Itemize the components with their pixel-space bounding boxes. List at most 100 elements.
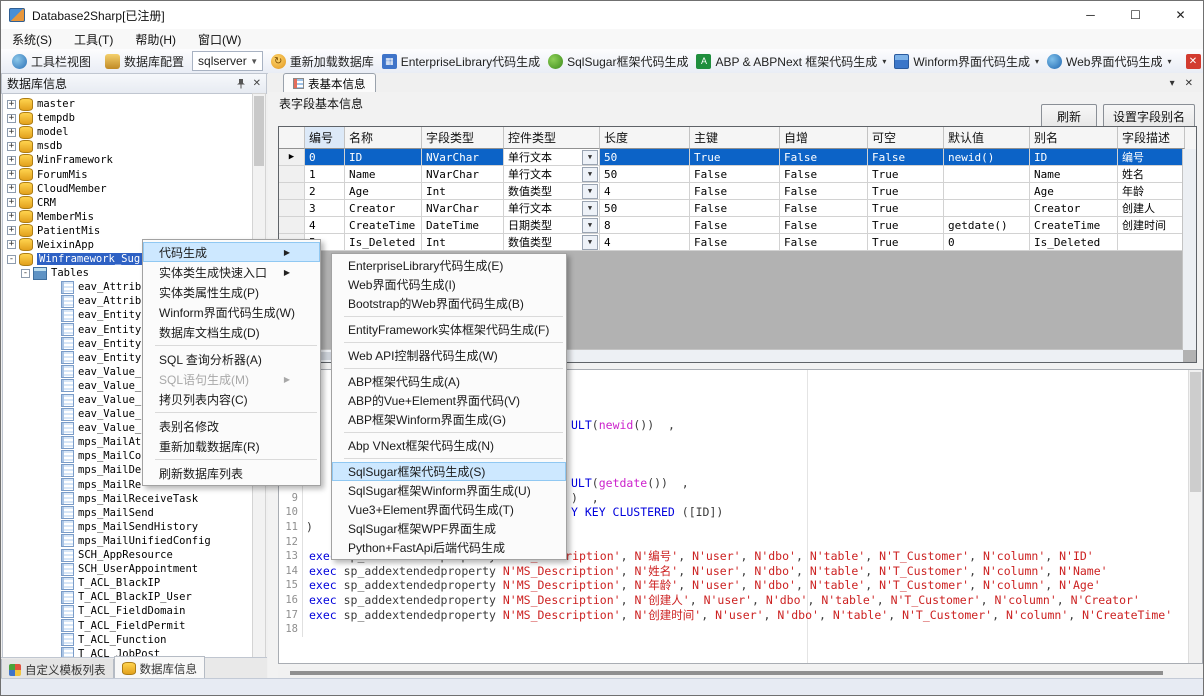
expand-icon[interactable]: +: [7, 226, 16, 235]
grid-cell[interactable]: Int: [422, 234, 504, 251]
grid-cell[interactable]: ID: [1030, 149, 1118, 166]
refresh-button[interactable]: 刷新: [1041, 104, 1097, 128]
menu-item[interactable]: 代码生成▶: [143, 242, 320, 262]
menu-item[interactable]: Python+FastApi后端代码生成: [332, 538, 566, 557]
grid-cell[interactable]: 年龄: [1118, 183, 1185, 200]
tree-item[interactable]: mps_MailUnifiedConfig: [3, 534, 253, 548]
expand-icon[interactable]: +: [7, 100, 16, 109]
grid-column-header[interactable]: 名称: [345, 127, 422, 149]
expand-icon[interactable]: +: [7, 240, 16, 249]
toolbar-button[interactable]: ▦EnterpriseLibrary代码生成: [378, 51, 544, 72]
grid-cell[interactable]: Name: [1030, 166, 1118, 183]
grid-row[interactable]: 4CreateTimeDateTime日期类型▼8FalseFalseTrueg…: [279, 217, 1196, 234]
tree-item[interactable]: T_ACL_FieldDomain: [3, 604, 253, 618]
editor-vscrollbar[interactable]: [1188, 370, 1202, 663]
expand-icon[interactable]: +: [7, 212, 16, 221]
grid-column-header[interactable]: 编号: [305, 127, 345, 149]
row-header-cell[interactable]: [279, 217, 305, 234]
tab-table-basic-info[interactable]: 表基本信息: [283, 73, 376, 93]
grid-cell[interactable]: 单行文本▼: [504, 149, 600, 166]
grid-cell[interactable]: 数值类型▼: [504, 234, 600, 251]
toolbar-button[interactable]: 数据库配置: [101, 51, 188, 72]
tree-item[interactable]: T_ACL_Function: [3, 633, 253, 647]
grid-cell[interactable]: 4: [305, 217, 345, 234]
grid-cell[interactable]: True: [868, 166, 944, 183]
control-type-combo[interactable]: 单行文本▼: [508, 200, 599, 216]
grid-cell[interactable]: False: [690, 200, 780, 217]
expand-icon[interactable]: +: [7, 156, 16, 165]
menu-item[interactable]: 数据库文档生成(D): [143, 322, 320, 342]
tree-item[interactable]: +model: [3, 125, 253, 139]
combo-dropdown-icon[interactable]: ▼: [582, 184, 598, 199]
tree-item[interactable]: +msdb: [3, 139, 253, 153]
grid-cell[interactable]: 编号: [1118, 149, 1185, 166]
toolbar-button[interactable]: 工具栏视图: [8, 51, 95, 72]
grid-cell[interactable]: Creator: [1030, 200, 1118, 217]
menu-item[interactable]: 刷新数据库列表: [143, 463, 320, 483]
control-type-combo[interactable]: 数值类型▼: [508, 183, 599, 199]
grid-row[interactable]: ▶0IDNVarChar单行文本▼50TrueFalseFalsenewid()…: [279, 149, 1196, 166]
tree-item[interactable]: +PatientMis: [3, 224, 253, 238]
tree-item[interactable]: +ForumMis: [3, 167, 253, 181]
grid-cell[interactable]: NVarChar: [422, 149, 504, 166]
grid-cell[interactable]: Is_Deleted: [1030, 234, 1118, 251]
tree-item[interactable]: mps_MailSend: [3, 506, 253, 520]
expand-icon[interactable]: +: [7, 128, 16, 137]
combobox-dropdown-icon[interactable]: ▼: [247, 57, 262, 66]
grid-cell[interactable]: False: [780, 200, 868, 217]
grid-cell[interactable]: 创建人: [1118, 200, 1185, 217]
pin-icon[interactable]: [236, 78, 246, 89]
toolbar-button[interactable]: Web界面代码生成▾: [1043, 51, 1175, 72]
menu-item[interactable]: ABP框架代码生成(A): [332, 372, 566, 391]
combo-dropdown-icon[interactable]: ▼: [582, 235, 598, 250]
tree-item[interactable]: +tempdb: [3, 111, 253, 125]
grid-cell[interactable]: True: [868, 217, 944, 234]
maximize-button[interactable]: ☐: [1113, 1, 1158, 29]
grid-cell[interactable]: 姓名: [1118, 166, 1185, 183]
grid-cell[interactable]: CreateTime: [1030, 217, 1118, 234]
menu-item[interactable]: SqlSugar框架代码生成(S): [332, 462, 566, 481]
toolbar-button[interactable]: ↻重新加载数据库: [267, 51, 378, 72]
grid-column-header[interactable]: 别名: [1030, 127, 1118, 149]
toolbar-button[interactable]: Winform界面代码生成▾: [890, 51, 1043, 72]
collapse-icon[interactable]: -: [21, 269, 30, 278]
menu-item[interactable]: SqlSugar框架Winform界面生成(U): [332, 481, 566, 500]
grid-cell[interactable]: [944, 200, 1030, 217]
menu-item[interactable]: Vue3+Element界面代码生成(T): [332, 500, 566, 519]
grid-column-header[interactable]: 字段类型: [422, 127, 504, 149]
row-header-cell[interactable]: ▶: [279, 149, 305, 166]
grid-cell[interactable]: getdate(): [944, 217, 1030, 234]
grid-cell[interactable]: 2: [305, 183, 345, 200]
tree-item[interactable]: +CloudMember: [3, 182, 253, 196]
tree-item[interactable]: T_ACL_BlackIP: [3, 576, 253, 590]
combo-dropdown-icon[interactable]: ▼: [582, 218, 598, 233]
control-type-combo[interactable]: 单行文本▼: [508, 166, 599, 182]
grid-cell[interactable]: DateTime: [422, 217, 504, 234]
grid-cell[interactable]: 4: [600, 183, 690, 200]
minimize-button[interactable]: ─: [1068, 1, 1113, 29]
tabstrip-close-icon[interactable]: ✕: [1185, 78, 1193, 89]
grid-cell[interactable]: False: [690, 183, 780, 200]
tree-item[interactable]: SCH_UserAppointment: [3, 562, 253, 576]
dropdown-arrow-icon[interactable]: ▾: [1167, 57, 1171, 66]
grid-column-header[interactable]: 主键: [690, 127, 780, 149]
grid-cell[interactable]: 单行文本▼: [504, 200, 600, 217]
set-field-alias-button[interactable]: 设置字段别名: [1103, 104, 1195, 128]
chevron-down-icon[interactable]: ▾: [1170, 78, 1175, 89]
menu-item[interactable]: EnterpriseLibrary代码生成(E): [332, 256, 566, 275]
menubar-item[interactable]: 工具(T): [63, 29, 124, 50]
menu-item[interactable]: EntityFramework实体框架代码生成(F): [332, 320, 566, 339]
grid-cell[interactable]: NVarChar: [422, 200, 504, 217]
grid-cell[interactable]: False: [690, 166, 780, 183]
grid-row[interactable]: 2AgeInt数值类型▼4FalseFalseTrueAge年龄: [279, 183, 1196, 200]
grid-row[interactable]: 3CreatorNVarChar单行文本▼50FalseFalseTrueCre…: [279, 200, 1196, 217]
grid-cell[interactable]: False: [780, 217, 868, 234]
grid-cell[interactable]: False: [780, 183, 868, 200]
grid-cell[interactable]: Is_Deleted: [345, 234, 422, 251]
grid-cell[interactable]: 数值类型▼: [504, 183, 600, 200]
menu-item[interactable]: 实体类生成快速入口▶: [143, 262, 320, 282]
toolbar-button[interactable]: SqlSugar框架代码生成: [544, 51, 692, 72]
toolbar-button[interactable]: ✕退出: [1182, 51, 1204, 72]
menu-item[interactable]: 重新加载数据库(R): [143, 436, 320, 456]
tree-item[interactable]: mps_MailSendHistory: [3, 520, 253, 534]
